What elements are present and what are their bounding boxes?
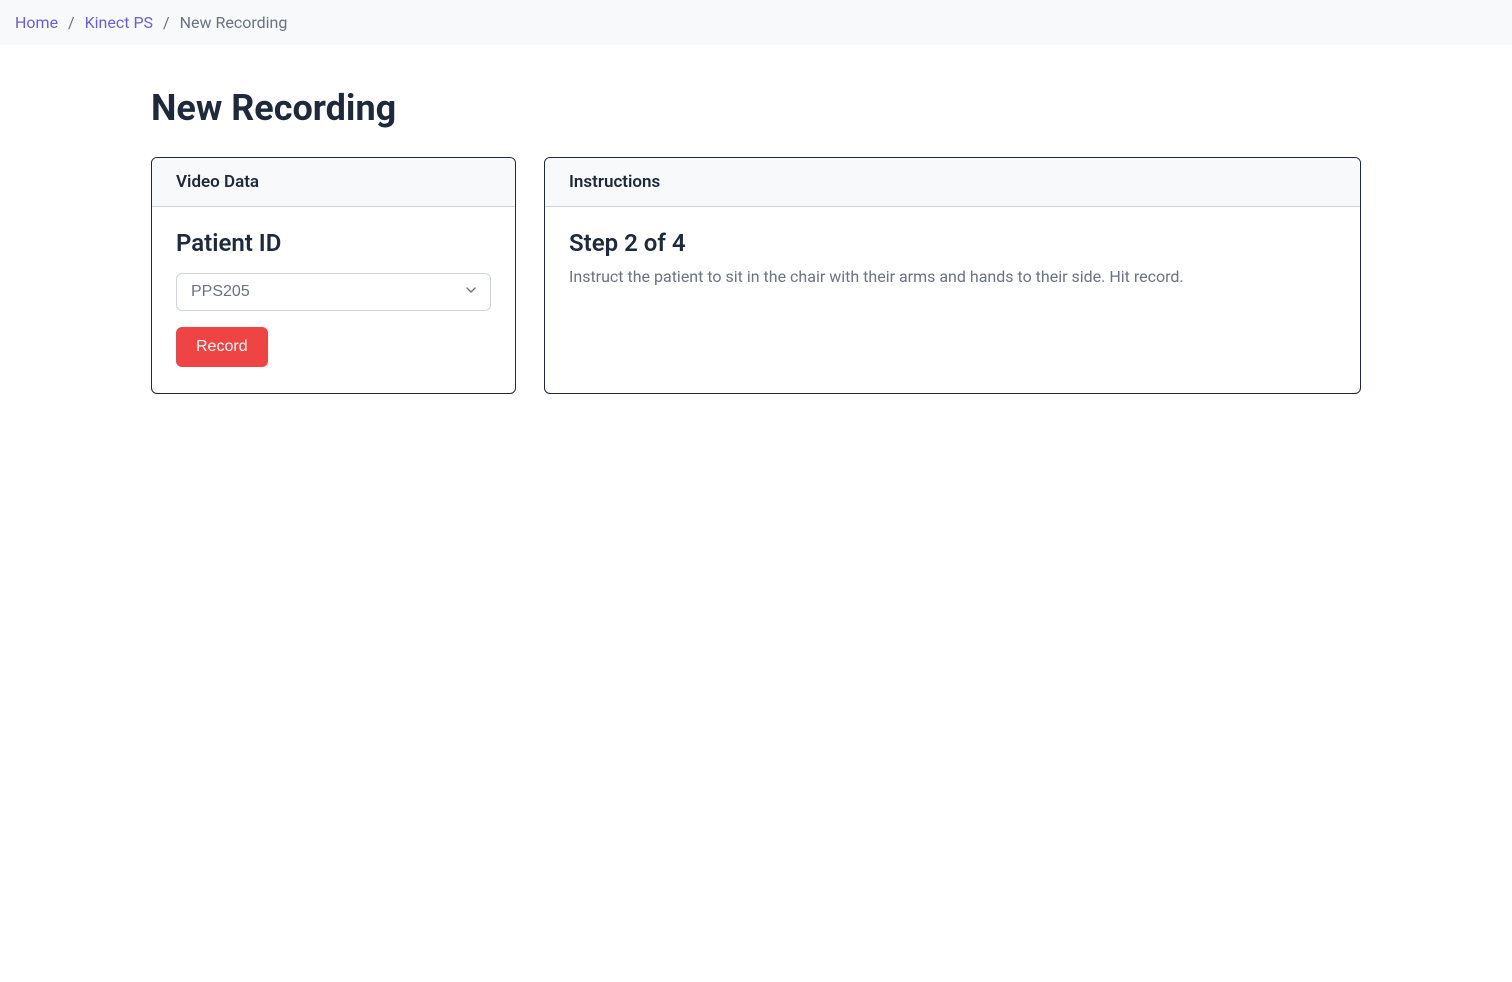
video-data-panel-header: Video Data — [152, 158, 515, 207]
patient-id-label: Patient ID — [176, 229, 491, 257]
breadcrumb-current: New Recording — [180, 13, 288, 32]
video-data-panel: Video Data Patient ID PPS205 Record — [151, 157, 516, 394]
breadcrumb-link-home[interactable]: Home — [15, 13, 58, 32]
breadcrumb-separator: / — [163, 13, 170, 32]
record-button[interactable]: Record — [176, 327, 268, 367]
breadcrumb-separator: / — [68, 13, 75, 32]
breadcrumb: Home / Kinect PS / New Recording — [0, 0, 1512, 45]
step-text: Instruct the patient to sit in the chair… — [569, 265, 1336, 289]
instructions-panel: Instructions Step 2 of 4 Instruct the pa… — [544, 157, 1361, 394]
page-title: New Recording — [151, 87, 1361, 129]
breadcrumb-link-kinect-ps[interactable]: Kinect PS — [85, 13, 153, 32]
patient-id-select[interactable]: PPS205 — [176, 273, 491, 311]
instructions-panel-header: Instructions — [545, 158, 1360, 207]
step-title: Step 2 of 4 — [569, 229, 1336, 257]
